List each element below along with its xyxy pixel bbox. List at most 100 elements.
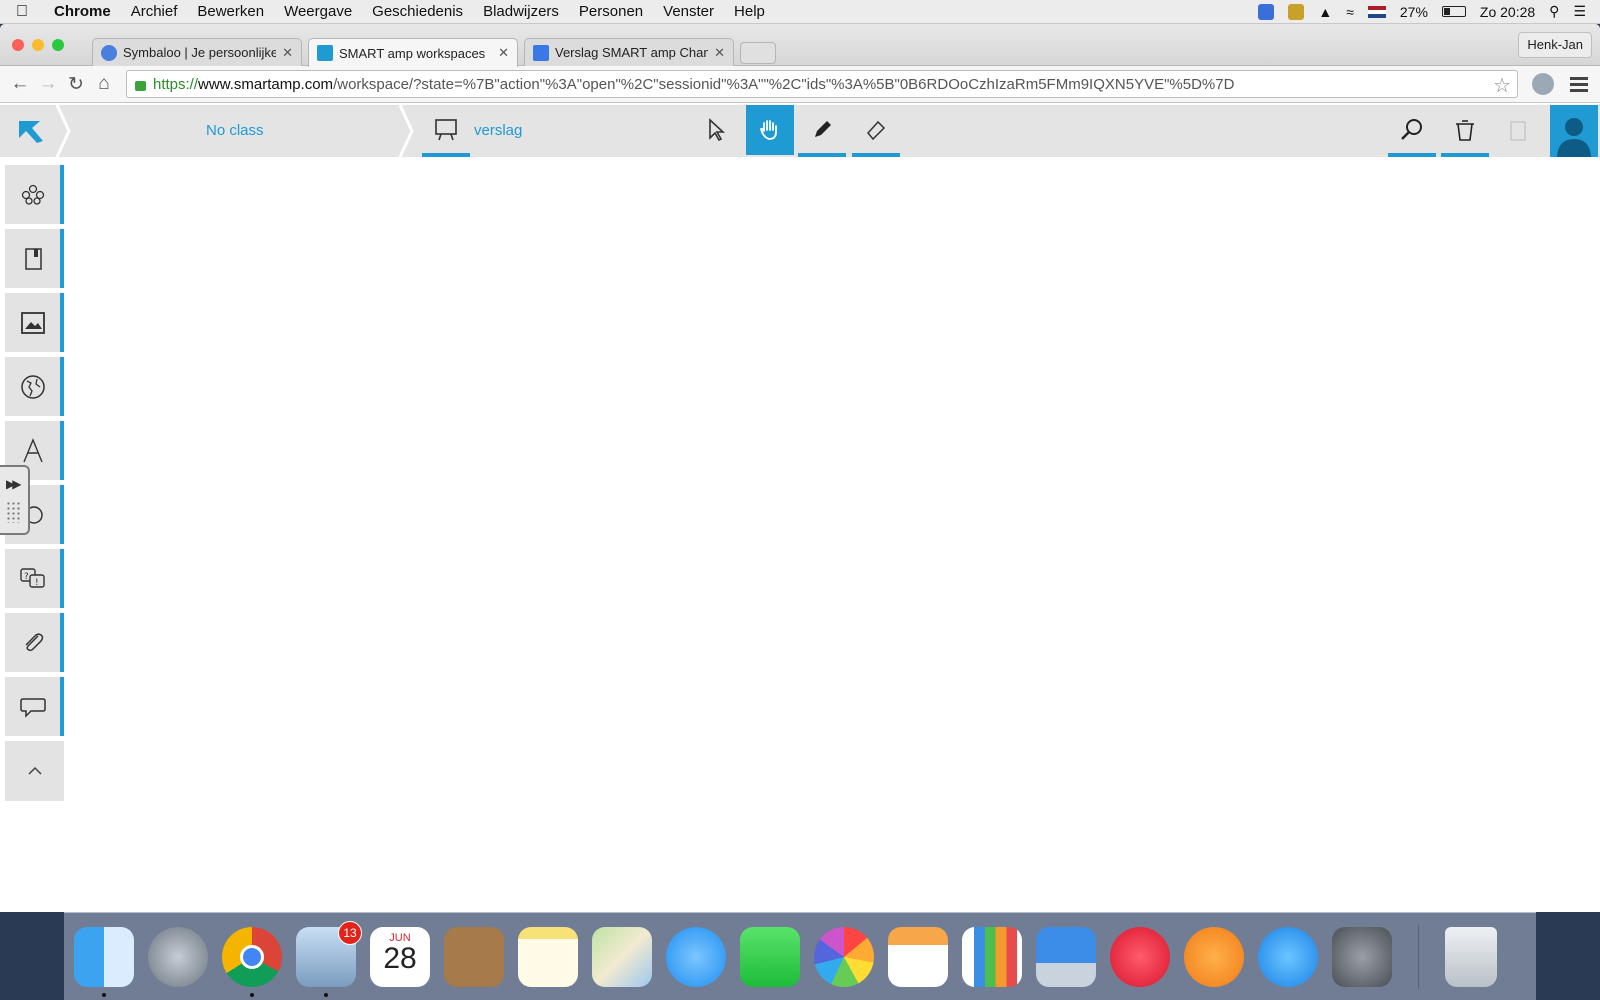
chrome-icon[interactable] [222, 926, 282, 997]
menu-item-bladwijzers[interactable]: Bladwijzers [473, 3, 569, 20]
tab-symbaloo[interactable]: Symbaloo | Je persoonlijke ✕ [92, 38, 302, 66]
sidebar-item-attachment[interactable] [5, 613, 64, 672]
drag-grip-icon[interactable] [6, 501, 22, 523]
finder-icon[interactable] [74, 926, 134, 997]
airplay-icon[interactable]: ▲ [1318, 4, 1332, 20]
close-tab-icon[interactable]: ✕ [282, 45, 293, 61]
collapse-icon [27, 766, 42, 775]
tab-label: Symbaloo | Je persoonlijke [123, 45, 277, 60]
workspace-canvas[interactable] [70, 157, 1600, 912]
tab-label: Verslag SMART amp Cham [555, 45, 709, 60]
status-ext-icon[interactable] [1288, 3, 1305, 20]
url-host: www.smartamp.com [198, 75, 334, 93]
photos-icon[interactable] [814, 926, 874, 987]
menu-item-archief[interactable]: Archief [121, 3, 188, 20]
question-icon: ?! [19, 567, 45, 588]
messages-icon[interactable] [666, 926, 726, 987]
tab-label: SMART amp workspaces [339, 45, 486, 61]
facetime-icon[interactable] [740, 926, 800, 987]
sidebar-item-book[interactable] [5, 229, 64, 288]
spotlight-icon[interactable]: ⚲ [1549, 3, 1559, 20]
bookmark-star-icon[interactable]: ☆ [1493, 73, 1511, 97]
wifi-icon[interactable]: ≈ [1346, 4, 1354, 20]
notification-center-icon[interactable]: ☰ [1573, 3, 1586, 20]
trash-icon[interactable] [1445, 926, 1497, 987]
search-icon [1401, 119, 1422, 140]
user-button[interactable] [1550, 105, 1598, 157]
menu-item-geschiedenis[interactable]: Geschiedenis [362, 3, 473, 20]
sidebar-item-groups[interactable] [5, 165, 64, 224]
running-indicator [250, 992, 254, 997]
expand-arrows-icon: ▶▶ [6, 477, 22, 491]
mail-icon[interactable]: 13 [296, 920, 362, 997]
browser-toolbar: ← → ↻ ⌂ https://www.smartamp.com/workspa… [0, 66, 1600, 103]
zoom-window-button[interactable] [52, 39, 64, 51]
input-source-flag-icon[interactable] [1367, 5, 1386, 18]
menu-item-help[interactable]: Help [724, 3, 775, 20]
system-preferences-icon[interactable] [1332, 926, 1392, 987]
trash-icon [1456, 120, 1474, 141]
menu-app-name[interactable]: Chrome [44, 3, 121, 20]
workspace-board-button[interactable] [422, 105, 470, 157]
dock-separator [1418, 924, 1419, 989]
calendar-icon[interactable]: JUN 28 [370, 926, 430, 987]
paste-button[interactable] [1494, 105, 1542, 155]
delete-button[interactable] [1441, 105, 1489, 157]
floating-panel-handle[interactable]: ▶▶ [0, 465, 30, 535]
sidebar-collapse-button[interactable] [5, 741, 64, 801]
sidebar-item-image[interactable] [5, 293, 64, 352]
search-button[interactable] [1388, 105, 1436, 157]
pen-tool-button[interactable] [798, 105, 846, 157]
close-tab-icon[interactable]: ✕ [498, 45, 509, 61]
menu-item-weergave[interactable]: Weergave [274, 3, 362, 20]
select-icon [709, 118, 726, 142]
home-icon[interactable]: ⌂ [92, 72, 116, 96]
close-tab-icon[interactable]: ✕ [714, 45, 725, 61]
class-breadcrumb[interactable]: No class [60, 105, 410, 157]
clock[interactable]: Zo 20:28 [1480, 4, 1535, 20]
calendar-day: 28 [383, 941, 417, 975]
paste-icon [1510, 121, 1526, 141]
sidebar-item-comment[interactable] [5, 677, 64, 736]
extension-icon[interactable] [1532, 73, 1554, 95]
forward-icon[interactable]: → [36, 72, 60, 96]
symbaloo-favicon-icon [101, 44, 117, 61]
keynote-icon[interactable] [1036, 926, 1096, 987]
eraser-tool-button[interactable] [852, 105, 900, 157]
breadcrumb-separator-icon [398, 105, 414, 157]
battery-percent: 27% [1399, 3, 1428, 20]
notes-icon[interactable] [518, 926, 578, 987]
ibooks-icon[interactable] [1184, 926, 1244, 987]
address-bar[interactable]: https://www.smartamp.com/workspace/?stat… [126, 70, 1518, 98]
browser-window: Symbaloo | Je persoonlijke ✕ SMART amp w… [0, 24, 1600, 912]
sidebar-item-web[interactable] [5, 357, 64, 416]
numbers-icon[interactable] [962, 926, 1022, 987]
chrome-menu-icon[interactable] [1570, 76, 1588, 92]
close-window-button[interactable] [12, 39, 24, 51]
smartamp-logo-icon[interactable] [5, 105, 57, 157]
minimize-window-button[interactable] [32, 39, 44, 51]
select-tool-button[interactable] [692, 105, 740, 155]
sidebar-item-question[interactable]: ?! [5, 549, 64, 608]
pages-icon[interactable] [888, 926, 948, 987]
tab-verslag[interactable]: Verslag SMART amp Cham ✕ [524, 38, 734, 66]
menu-item-bewerken[interactable]: Bewerken [187, 3, 274, 20]
back-icon[interactable]: ← [8, 72, 32, 96]
launchpad-icon[interactable] [148, 926, 208, 987]
hand-tool-button[interactable] [746, 105, 794, 155]
itunes-icon[interactable] [1110, 926, 1170, 987]
status-app-icon[interactable] [1258, 3, 1275, 20]
new-tab-button[interactable] [740, 42, 776, 64]
profile-button[interactable]: Henk-Jan [1518, 32, 1592, 58]
appstore-icon[interactable] [1258, 926, 1318, 987]
menu-item-personen[interactable]: Personen [569, 3, 653, 20]
workspace-name[interactable]: verslag [474, 122, 522, 139]
menu-item-venster[interactable]: Venster [653, 3, 724, 20]
maps-icon[interactable] [592, 926, 652, 987]
apple-icon[interactable]:  [0, 3, 44, 21]
tab-smart-amp[interactable]: SMART amp workspaces ✕ [308, 38, 518, 67]
reload-icon[interactable]: ↻ [64, 72, 88, 96]
battery-icon[interactable] [1441, 6, 1466, 17]
chrome-center-icon [240, 944, 264, 969]
contacts-icon[interactable] [444, 926, 504, 987]
